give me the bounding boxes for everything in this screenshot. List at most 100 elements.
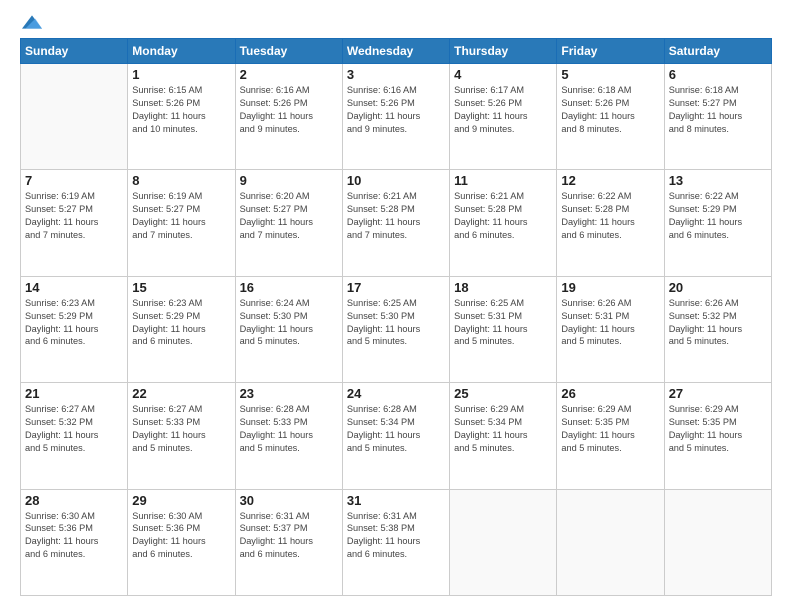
day-number: 10 [347,173,445,188]
day-number: 31 [347,493,445,508]
day-number: 12 [561,173,659,188]
cell-info: Sunrise: 6:25 AMSunset: 5:30 PMDaylight:… [347,297,445,349]
calendar-cell: 30 Sunrise: 6:31 AMSunset: 5:37 PMDayligh… [235,489,342,595]
calendar-cell: 19 Sunrise: 6:26 AMSunset: 5:31 PMDayligh… [557,276,664,382]
calendar-cell: 8 Sunrise: 6:19 AMSunset: 5:27 PMDaylight… [128,170,235,276]
calendar-cell: 7 Sunrise: 6:19 AMSunset: 5:27 PMDaylight… [21,170,128,276]
day-number: 29 [132,493,230,508]
cell-info: Sunrise: 6:20 AMSunset: 5:27 PMDaylight:… [240,190,338,242]
calendar-cell: 12Sunrise: 6:22 AMSunset: 5:28 PMDayligh… [557,170,664,276]
day-number: 14 [25,280,123,295]
calendar-cell: 6 Sunrise: 6:18 AMSunset: 5:27 PMDaylight… [664,64,771,170]
logo [20,16,42,28]
cell-info: Sunrise: 6:25 AMSunset: 5:31 PMDaylight:… [454,297,552,349]
header [20,16,772,28]
calendar-cell: 1 Sunrise: 6:15 AMSunset: 5:26 PMDaylight… [128,64,235,170]
day-number: 4 [454,67,552,82]
cell-info: Sunrise: 6:28 AMSunset: 5:34 PMDaylight:… [347,403,445,455]
calendar-week-0: 1 Sunrise: 6:15 AMSunset: 5:26 PMDaylight… [21,64,772,170]
cell-info: Sunrise: 6:21 AMSunset: 5:28 PMDaylight:… [347,190,445,242]
day-number: 11 [454,173,552,188]
day-number: 18 [454,280,552,295]
col-header-monday: Monday [128,39,235,64]
col-header-tuesday: Tuesday [235,39,342,64]
calendar-week-2: 14 Sunrise: 6:23 AMSunset: 5:29 PMDayligh… [21,276,772,382]
calendar-cell: 20 Sunrise: 6:26 AMSunset: 5:32 PMDayligh… [664,276,771,382]
col-header-friday: Friday [557,39,664,64]
day-number: 23 [240,386,338,401]
calendar-header-row: SundayMondayTuesdayWednesdayThursdayFrid… [21,39,772,64]
cell-info: Sunrise: 6:23 AMSunset: 5:29 PMDaylight:… [132,297,230,349]
cell-info: Sunrise: 6:30 AMSunset: 5:36 PMDaylight:… [132,510,230,562]
day-number: 19 [561,280,659,295]
cell-info: Sunrise: 6:27 AMSunset: 5:33 PMDaylight:… [132,403,230,455]
calendar-cell: 13 Sunrise: 6:22 AMSunset: 5:29 PMDayligh… [664,170,771,276]
calendar-cell: 18 Sunrise: 6:25 AMSunset: 5:31 PMDayligh… [450,276,557,382]
calendar-cell: 15 Sunrise: 6:23 AMSunset: 5:29 PMDayligh… [128,276,235,382]
cell-info: Sunrise: 6:15 AMSunset: 5:26 PMDaylight:… [132,84,230,136]
day-number: 22 [132,386,230,401]
day-number: 13 [669,173,767,188]
day-number: 8 [132,173,230,188]
cell-info: Sunrise: 6:29 AMSunset: 5:35 PMDaylight:… [561,403,659,455]
calendar-cell: 26Sunrise: 6:29 AMSunset: 5:35 PMDayligh… [557,383,664,489]
cell-info: Sunrise: 6:31 AMSunset: 5:38 PMDaylight:… [347,510,445,562]
calendar-cell: 25Sunrise: 6:29 AMSunset: 5:34 PMDayligh… [450,383,557,489]
calendar-cell: 22 Sunrise: 6:27 AMSunset: 5:33 PMDayligh… [128,383,235,489]
calendar-week-3: 21 Sunrise: 6:27 AMSunset: 5:32 PMDayligh… [21,383,772,489]
day-number: 15 [132,280,230,295]
calendar-table: SundayMondayTuesdayWednesdayThursdayFrid… [20,38,772,596]
cell-info: Sunrise: 6:28 AMSunset: 5:33 PMDaylight:… [240,403,338,455]
day-number: 17 [347,280,445,295]
day-number: 24 [347,386,445,401]
calendar-cell [557,489,664,595]
day-number: 28 [25,493,123,508]
cell-info: Sunrise: 6:16 AMSunset: 5:26 PMDaylight:… [347,84,445,136]
cell-info: Sunrise: 6:17 AMSunset: 5:26 PMDaylight:… [454,84,552,136]
page: SundayMondayTuesdayWednesdayThursdayFrid… [0,0,792,612]
day-number: 5 [561,67,659,82]
calendar-cell: 27 Sunrise: 6:29 AMSunset: 5:35 PMDayligh… [664,383,771,489]
cell-info: Sunrise: 6:26 AMSunset: 5:32 PMDaylight:… [669,297,767,349]
cell-info: Sunrise: 6:16 AMSunset: 5:26 PMDaylight:… [240,84,338,136]
calendar-cell: 28 Sunrise: 6:30 AMSunset: 5:36 PMDayligh… [21,489,128,595]
cell-info: Sunrise: 6:23 AMSunset: 5:29 PMDaylight:… [25,297,123,349]
cell-info: Sunrise: 6:27 AMSunset: 5:32 PMDaylight:… [25,403,123,455]
col-header-sunday: Sunday [21,39,128,64]
logo-icon [22,12,42,32]
calendar-cell: 10 Sunrise: 6:21 AMSunset: 5:28 PMDayligh… [342,170,449,276]
col-header-saturday: Saturday [664,39,771,64]
cell-info: Sunrise: 6:24 AMSunset: 5:30 PMDaylight:… [240,297,338,349]
calendar-cell: 16 Sunrise: 6:24 AMSunset: 5:30 PMDayligh… [235,276,342,382]
calendar-cell: 2Sunrise: 6:16 AMSunset: 5:26 PMDaylight… [235,64,342,170]
day-number: 20 [669,280,767,295]
cell-info: Sunrise: 6:19 AMSunset: 5:27 PMDaylight:… [132,190,230,242]
calendar-cell: 21 Sunrise: 6:27 AMSunset: 5:32 PMDayligh… [21,383,128,489]
day-number: 1 [132,67,230,82]
calendar-cell [664,489,771,595]
col-header-thursday: Thursday [450,39,557,64]
cell-info: Sunrise: 6:29 AMSunset: 5:35 PMDaylight:… [669,403,767,455]
day-number: 16 [240,280,338,295]
day-number: 30 [240,493,338,508]
cell-info: Sunrise: 6:30 AMSunset: 5:36 PMDaylight:… [25,510,123,562]
day-number: 7 [25,173,123,188]
calendar-cell: 9 Sunrise: 6:20 AMSunset: 5:27 PMDaylight… [235,170,342,276]
day-number: 21 [25,386,123,401]
day-number: 27 [669,386,767,401]
calendar-cell: 5Sunrise: 6:18 AMSunset: 5:26 PMDaylight… [557,64,664,170]
calendar-cell: 23 Sunrise: 6:28 AMSunset: 5:33 PMDayligh… [235,383,342,489]
cell-info: Sunrise: 6:31 AMSunset: 5:37 PMDaylight:… [240,510,338,562]
day-number: 3 [347,67,445,82]
day-number: 9 [240,173,338,188]
day-number: 6 [669,67,767,82]
calendar-cell: 14 Sunrise: 6:23 AMSunset: 5:29 PMDayligh… [21,276,128,382]
cell-info: Sunrise: 6:22 AMSunset: 5:29 PMDaylight:… [669,190,767,242]
cell-info: Sunrise: 6:26 AMSunset: 5:31 PMDaylight:… [561,297,659,349]
calendar-cell [21,64,128,170]
calendar-cell: 31 Sunrise: 6:31 AMSunset: 5:38 PMDayligh… [342,489,449,595]
cell-info: Sunrise: 6:18 AMSunset: 5:27 PMDaylight:… [669,84,767,136]
calendar-cell: 17 Sunrise: 6:25 AMSunset: 5:30 PMDayligh… [342,276,449,382]
calendar-cell: 3 Sunrise: 6:16 AMSunset: 5:26 PMDaylight… [342,64,449,170]
cell-info: Sunrise: 6:19 AMSunset: 5:27 PMDaylight:… [25,190,123,242]
